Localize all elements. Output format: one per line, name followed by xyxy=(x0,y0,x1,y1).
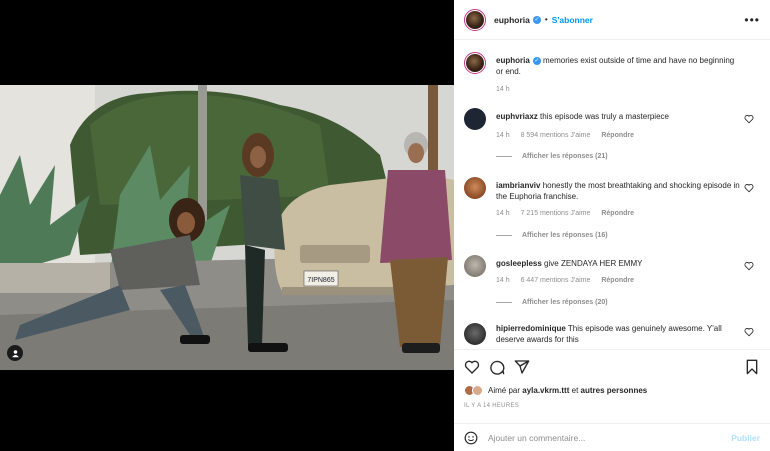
post-side-panel: euphoria ✓ • S'abonner ••• euphoria ✓ mem… xyxy=(454,0,770,451)
caption-time: 14 h xyxy=(496,86,510,93)
comment-meta: 14 h 8 594 mentions J'aime Répondre xyxy=(496,132,643,139)
like-heart-icon[interactable] xyxy=(464,359,480,375)
like-comment-heart-icon[interactable] xyxy=(744,183,754,193)
view-replies-button[interactable]: Afficher les réponses (20) xyxy=(496,299,608,306)
more-options-icon[interactable]: ••• xyxy=(744,13,760,27)
emoji-smiley-icon[interactable] xyxy=(464,431,478,445)
comment-input[interactable] xyxy=(488,433,708,443)
comment-text: euphvriaxz this episode was truly a mast… xyxy=(496,111,741,122)
liked-by-summary: Aimé par ayla.vkrm.ttt et autres personn… xyxy=(464,385,647,396)
liked-by-prefix: Aimé par xyxy=(488,386,521,395)
reply-button[interactable]: Répondre xyxy=(601,132,634,139)
post-actions-section: Aimé par ayla.vkrm.ttt et autres personn… xyxy=(454,349,770,451)
comment-time: 14 h xyxy=(496,277,510,284)
tagged-users-button[interactable] xyxy=(7,345,23,361)
liked-by-others[interactable]: autres personnes xyxy=(581,386,648,395)
like-comment-heart-icon[interactable] xyxy=(744,327,754,337)
caption-body: memories exist outside of time and have … xyxy=(496,56,735,76)
reply-button[interactable]: Répondre xyxy=(601,210,634,217)
comment-likes[interactable]: 8 594 mentions J'aime xyxy=(521,132,591,139)
post-time-ago[interactable]: IL Y A 14 HEURES xyxy=(464,403,519,409)
post-photo[interactable]: 7IPN865 xyxy=(0,85,454,370)
author-avatar[interactable] xyxy=(464,8,486,31)
comment-bubble-icon[interactable] xyxy=(489,359,505,375)
post-modal: 7IPN865 euphoria ✓ • S'abonner ••• eupho… xyxy=(0,0,770,451)
user-icon xyxy=(11,349,19,357)
commenter-username[interactable]: euphvriaxz xyxy=(496,112,538,121)
publish-button[interactable]: Publier xyxy=(731,433,760,443)
share-send-icon[interactable] xyxy=(514,359,530,375)
verified-badge-icon: ✓ xyxy=(532,15,541,24)
replies-divider xyxy=(496,156,512,157)
comment-item: euphvriaxz this episode was truly a mast… xyxy=(464,108,760,168)
comment-item: hipierredominique This episode was genui… xyxy=(464,323,760,347)
commenter-username[interactable]: gosleepless xyxy=(496,259,542,268)
comment-likes[interactable]: 6 447 mentions J'aime xyxy=(521,277,591,284)
caption-username[interactable]: euphoria xyxy=(496,56,530,65)
like-comment-heart-icon[interactable] xyxy=(744,114,754,124)
comment-text: gosleepless give ZENDAYA HER EMMY xyxy=(496,258,741,269)
add-comment-bar: Publier xyxy=(454,423,770,451)
caption-avatar[interactable] xyxy=(464,52,486,74)
liked-by-and: et xyxy=(571,386,579,395)
comment-text: hipierredominique This episode was genui… xyxy=(496,323,741,345)
view-replies-label: Afficher les réponses (20) xyxy=(522,299,608,306)
comment-time: 14 h xyxy=(496,210,510,217)
commenter-avatar[interactable] xyxy=(464,255,486,277)
comment-item: iambrianviv honestly the most breathtaki… xyxy=(464,177,760,249)
replies-divider xyxy=(496,302,512,303)
separator-dot: • xyxy=(544,15,548,24)
caption-text: euphoria ✓ memories exist outside of time… xyxy=(496,55,741,77)
commenter-username[interactable]: iambrianviv xyxy=(496,181,540,190)
like-comment-heart-icon[interactable] xyxy=(744,261,754,271)
view-replies-button[interactable]: Afficher les réponses (16) xyxy=(496,232,608,239)
post-media: 7IPN865 xyxy=(0,0,454,451)
post-caption: euphoria ✓ memories exist outside of time… xyxy=(464,52,760,102)
comment-time: 14 h xyxy=(496,132,510,139)
replies-divider xyxy=(496,235,512,236)
liked-by-text: Aimé par ayla.vkrm.ttt et autres personn… xyxy=(488,386,647,395)
view-replies-button[interactable]: Afficher les réponses (21) xyxy=(496,153,608,160)
comment-meta: 14 h 6 447 mentions J'aime Répondre xyxy=(496,277,643,284)
caption-meta: 14 h xyxy=(496,86,519,93)
liker-avatar[interactable] xyxy=(472,385,483,396)
view-replies-label: Afficher les réponses (21) xyxy=(522,153,608,160)
bookmark-save-icon[interactable] xyxy=(744,359,760,375)
commenter-avatar[interactable] xyxy=(464,177,486,199)
comment-likes[interactable]: 7 215 mentions J'aime xyxy=(521,210,591,217)
post-header: euphoria ✓ • S'abonner ••• xyxy=(454,0,770,40)
license-plate: 7IPN865 xyxy=(307,277,334,284)
verified-badge-icon: ✓ xyxy=(532,56,541,65)
commenter-username[interactable]: hipierredominique xyxy=(496,324,566,333)
comment-body: this episode was truly a masterpiece xyxy=(540,112,669,121)
comment-body: give ZENDAYA HER EMMY xyxy=(544,259,643,268)
comments-list[interactable]: euphoria ✓ memories exist outside of time… xyxy=(454,41,770,347)
comment-item: gosleepless give ZENDAYA HER EMMY 14 h 6… xyxy=(464,255,760,315)
comment-meta: 14 h 7 215 mentions J'aime Répondre xyxy=(496,210,643,217)
commenter-avatar[interactable] xyxy=(464,108,486,130)
view-replies-label: Afficher les réponses (16) xyxy=(522,232,608,239)
follow-button[interactable]: S'abonner xyxy=(552,15,593,25)
photo-illustration: 7IPN865 xyxy=(0,85,454,370)
commenter-avatar[interactable] xyxy=(464,323,486,345)
author-username[interactable]: euphoria xyxy=(494,15,530,25)
liked-by-user[interactable]: ayla.vkrm.ttt xyxy=(522,386,569,395)
reply-button[interactable]: Répondre xyxy=(601,277,634,284)
comment-text: iambrianviv honestly the most breathtaki… xyxy=(496,180,741,202)
